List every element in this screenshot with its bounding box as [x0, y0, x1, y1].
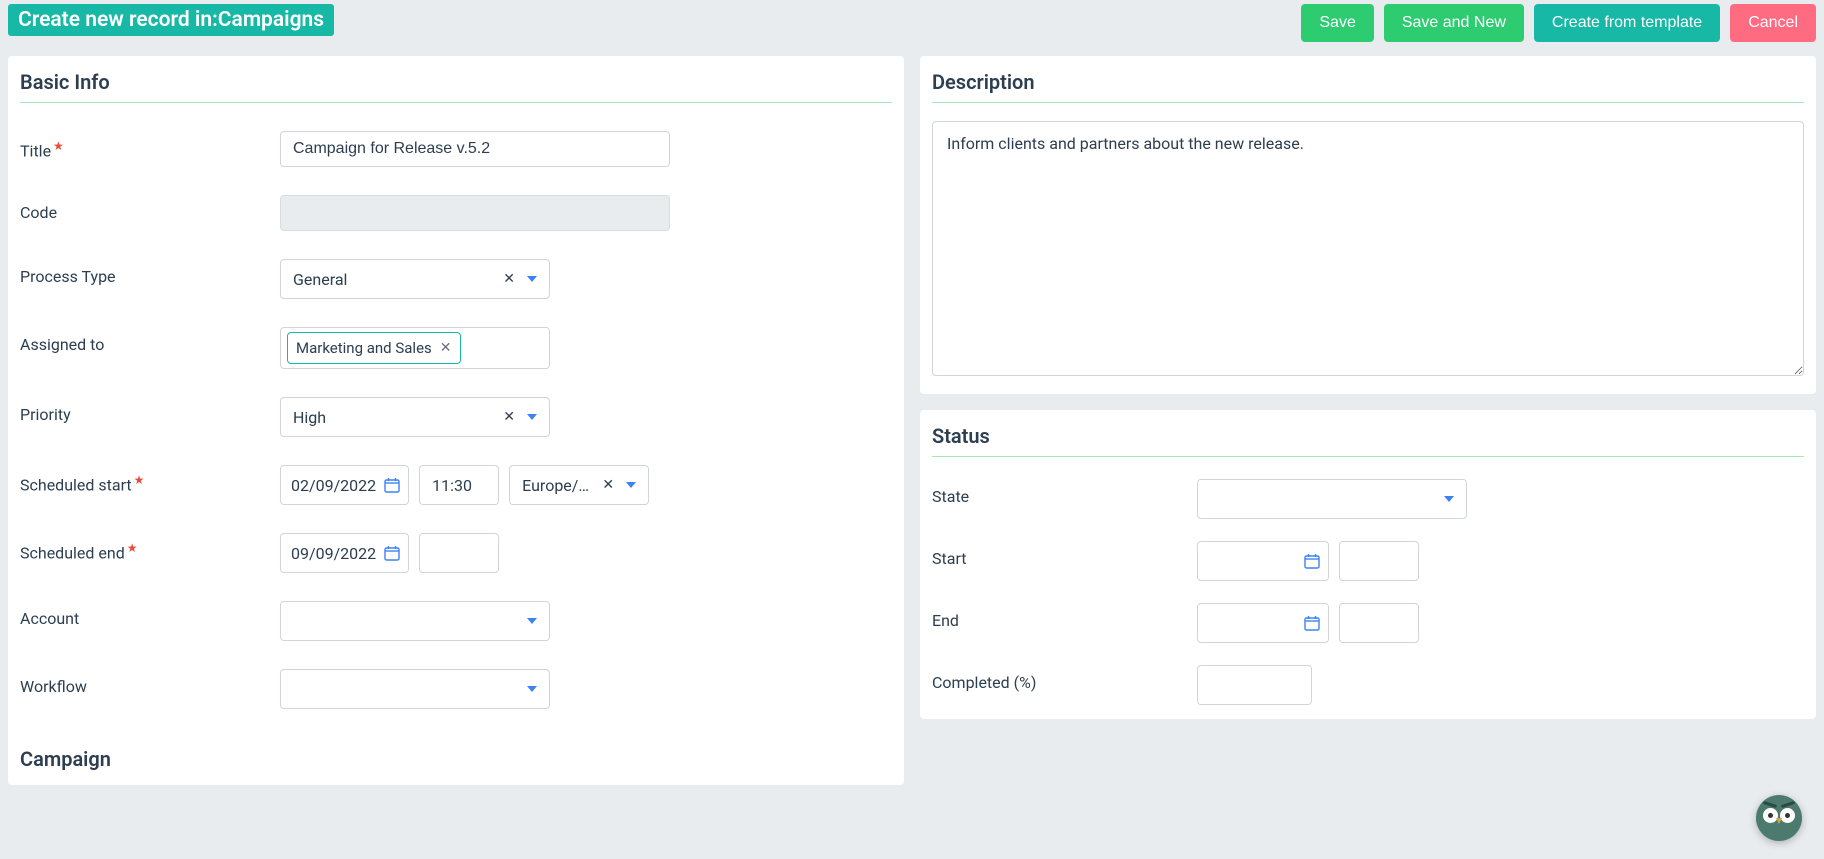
- sched-end-date-value: 09/09/2022: [291, 544, 376, 563]
- row-sched-end: Scheduled end★ 09/09/2022: [20, 533, 892, 573]
- sched-start-time-input[interactable]: 11:30: [419, 465, 499, 505]
- status-title: Status: [932, 410, 1804, 457]
- row-sched-start: Scheduled start★ 02/09/2022 11:30 Europe…: [20, 465, 892, 505]
- status-start-time-input[interactable]: [1339, 541, 1419, 581]
- chevron-down-icon[interactable]: [527, 414, 537, 420]
- sched-end-date-input[interactable]: 09/09/2022: [280, 533, 409, 573]
- row-status-end: End: [932, 603, 1804, 643]
- label-status-end: End: [932, 603, 1197, 630]
- basic-info-title: Basic Info: [20, 56, 892, 103]
- chip-remove-icon[interactable]: ✕: [440, 340, 452, 356]
- owl-icon: [1761, 804, 1797, 832]
- header-bar: Create new record in:Campaigns Save Save…: [0, 0, 1824, 56]
- chevron-down-icon[interactable]: [527, 618, 537, 624]
- sched-start-date-input[interactable]: 02/09/2022: [280, 465, 409, 505]
- row-process-type: Process Type General ✕: [20, 259, 892, 299]
- chevron-down-icon[interactable]: [527, 276, 537, 282]
- calendar-icon[interactable]: [1304, 553, 1320, 569]
- sched-start-date-value: 02/09/2022: [291, 476, 376, 495]
- status-end-time-input[interactable]: [1339, 603, 1419, 643]
- chevron-down-icon[interactable]: [626, 482, 636, 488]
- row-completed: Completed (%): [932, 665, 1804, 705]
- priority-select[interactable]: High ✕: [280, 397, 550, 437]
- label-priority: Priority: [20, 397, 280, 424]
- chevron-down-icon[interactable]: [1444, 496, 1454, 502]
- basic-info-panel: Basic Info Title★ Code Process Type Gene…: [8, 56, 904, 785]
- form-columns: Basic Info Title★ Code Process Type Gene…: [0, 56, 1824, 809]
- clear-icon[interactable]: ✕: [497, 409, 521, 425]
- status-panel: Status State Start: [920, 410, 1816, 719]
- campaign-section-title: Campaign: [20, 737, 892, 771]
- right-column: Description Status State Start: [920, 56, 1816, 735]
- page-title: Create new record in:Campaigns: [8, 4, 334, 36]
- row-state: State: [932, 479, 1804, 519]
- chevron-down-icon[interactable]: [527, 686, 537, 692]
- label-account: Account: [20, 601, 280, 628]
- sched-end-time-input[interactable]: [419, 533, 499, 573]
- code-input: [280, 195, 670, 231]
- state-select[interactable]: [1197, 479, 1467, 519]
- calendar-icon[interactable]: [384, 477, 400, 493]
- process-type-select[interactable]: General ✕: [280, 259, 550, 299]
- status-start-date-input[interactable]: [1197, 541, 1329, 581]
- row-code: Code: [20, 195, 892, 231]
- label-completed: Completed (%): [932, 665, 1197, 692]
- save-button[interactable]: Save: [1301, 4, 1373, 42]
- row-assigned: Assigned to Marketing and Sales ✕: [20, 327, 892, 369]
- title-input[interactable]: [280, 131, 670, 167]
- row-title: Title★: [20, 131, 892, 167]
- assigned-chip: Marketing and Sales ✕: [287, 332, 461, 364]
- label-title: Title★: [20, 131, 280, 160]
- save-and-new-button[interactable]: Save and New: [1384, 4, 1524, 42]
- calendar-icon[interactable]: [1304, 615, 1320, 631]
- assigned-input[interactable]: Marketing and Sales ✕: [280, 327, 550, 369]
- assigned-chip-label: Marketing and Sales: [296, 339, 432, 357]
- clear-icon[interactable]: ✕: [497, 271, 521, 287]
- cancel-button[interactable]: Cancel: [1730, 4, 1816, 42]
- process-type-value: General: [293, 270, 497, 289]
- description-textarea[interactable]: [932, 121, 1804, 376]
- sched-start-time-value: 11:30: [432, 476, 472, 495]
- workflow-select[interactable]: [280, 669, 550, 709]
- row-workflow: Workflow: [20, 669, 892, 709]
- required-icon: ★: [53, 139, 64, 153]
- label-assigned: Assigned to: [20, 327, 280, 354]
- label-process-type: Process Type: [20, 259, 280, 286]
- create-from-template-button[interactable]: Create from template: [1534, 4, 1720, 42]
- sched-start-tz-select[interactable]: Europe/Ath… ✕: [509, 465, 649, 505]
- account-select[interactable]: [280, 601, 550, 641]
- row-priority: Priority High ✕: [20, 397, 892, 437]
- priority-value: High: [293, 408, 497, 427]
- row-account: Account: [20, 601, 892, 641]
- label-code: Code: [20, 195, 280, 222]
- row-status-start: Start: [932, 541, 1804, 581]
- clear-icon[interactable]: ✕: [596, 477, 620, 493]
- label-status-start: Start: [932, 541, 1197, 568]
- description-panel: Description: [920, 56, 1816, 394]
- label-sched-start: Scheduled start★: [20, 465, 280, 494]
- required-icon: ★: [134, 473, 145, 487]
- completed-input[interactable]: [1197, 665, 1312, 705]
- status-end-date-input[interactable]: [1197, 603, 1329, 643]
- sched-start-tz-value: Europe/Ath…: [522, 476, 596, 495]
- label-workflow: Workflow: [20, 669, 280, 696]
- left-column: Basic Info Title★ Code Process Type Gene…: [8, 56, 904, 801]
- help-owl-button[interactable]: [1756, 795, 1802, 841]
- description-title: Description: [932, 56, 1804, 103]
- label-state: State: [932, 479, 1197, 506]
- required-icon: ★: [127, 541, 138, 555]
- label-sched-end: Scheduled end★: [20, 533, 280, 562]
- calendar-icon[interactable]: [384, 545, 400, 561]
